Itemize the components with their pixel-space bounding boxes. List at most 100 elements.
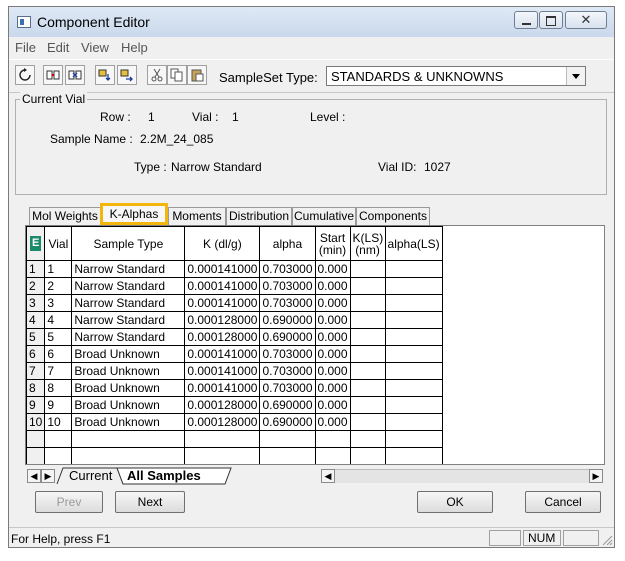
table-cell[interactable]: [26, 430, 46, 448]
table-cell[interactable]: Broad Unknown: [71, 396, 186, 414]
table-cell[interactable]: 0.000128000: [184, 413, 261, 431]
table-cell[interactable]: 7: [44, 362, 73, 380]
table-cell[interactable]: [314, 430, 351, 448]
table-cell[interactable]: [384, 294, 443, 312]
k-alphas-grid[interactable]: E Vial Sample Type K (dl/g) alpha Start …: [25, 225, 605, 465]
table-cell[interactable]: 0.000128000: [184, 328, 261, 346]
row-header[interactable]: 3: [26, 294, 46, 312]
table-cell[interactable]: [384, 413, 443, 431]
table-cell[interactable]: 8: [44, 379, 73, 397]
table-cell[interactable]: 0.703000: [259, 260, 316, 278]
prev-button[interactable]: Prev: [35, 491, 103, 513]
next-button[interactable]: Next: [115, 491, 185, 513]
table-cell[interactable]: 6: [44, 345, 73, 363]
table-cell[interactable]: Narrow Standard: [71, 294, 186, 312]
table-cell[interactable]: Broad Unknown: [71, 379, 186, 397]
table-cell[interactable]: [44, 447, 73, 464]
col-header-alpha[interactable]: alpha: [259, 226, 316, 261]
table-cell[interactable]: 0.000: [314, 345, 351, 363]
table-cell[interactable]: 0.703000: [259, 362, 316, 380]
horizontal-scroll-track[interactable]: [335, 469, 589, 483]
table-cell[interactable]: [349, 379, 386, 397]
paste-button[interactable]: [187, 65, 207, 85]
table-cell[interactable]: [384, 447, 443, 464]
table-cell[interactable]: [384, 277, 443, 295]
table-cell[interactable]: Narrow Standard: [71, 328, 186, 346]
table-cell[interactable]: [26, 447, 46, 464]
table-cell[interactable]: 1: [44, 260, 73, 278]
table-cell[interactable]: Broad Unknown: [71, 345, 186, 363]
table-cell[interactable]: 0.703000: [259, 277, 316, 295]
table-cell[interactable]: 3: [44, 294, 73, 312]
table-cell[interactable]: Narrow Standard: [71, 260, 186, 278]
table-cell[interactable]: 0.000141000: [184, 277, 261, 295]
table-cell[interactable]: 0.000141000: [184, 260, 261, 278]
table-cell[interactable]: 0.000: [314, 311, 351, 329]
close-button[interactable]: ✕: [565, 11, 607, 29]
table-cell[interactable]: [349, 447, 386, 464]
tab-cumulative[interactable]: Cumulative: [292, 207, 356, 225]
col-header-vial[interactable]: Vial: [44, 226, 73, 261]
menu-help[interactable]: Help: [121, 40, 148, 55]
delete-row-button[interactable]: [65, 65, 85, 85]
refresh-button[interactable]: [15, 65, 35, 85]
row-header[interactable]: 5: [26, 328, 46, 346]
table-cell[interactable]: 0.000141000: [184, 294, 261, 312]
table-cell[interactable]: [349, 362, 386, 380]
tab-components[interactable]: Components: [356, 207, 430, 225]
copy-button[interactable]: [167, 65, 187, 85]
table-cell[interactable]: [384, 379, 443, 397]
table-cell[interactable]: 10: [44, 413, 73, 431]
resize-grip-icon[interactable]: [601, 534, 613, 546]
table-cell[interactable]: Broad Unknown: [71, 413, 186, 431]
chevron-down-icon[interactable]: [566, 67, 585, 85]
horizontal-scroll-right-button[interactable]: ▶: [589, 469, 603, 483]
maximize-button[interactable]: [539, 11, 563, 29]
row-header[interactable]: 10: [26, 413, 46, 431]
table-cell[interactable]: [184, 430, 261, 448]
sheet-scroll-left-button[interactable]: ◀: [27, 469, 41, 483]
sheet-scroll-right-button[interactable]: ▶: [41, 469, 55, 483]
table-cell[interactable]: Narrow Standard: [71, 311, 186, 329]
table-cell[interactable]: [349, 396, 386, 414]
table-cell[interactable]: 0.000: [314, 328, 351, 346]
table-cell[interactable]: 5: [44, 328, 73, 346]
table-cell[interactable]: [71, 447, 186, 464]
tab-mol-weights[interactable]: Mol Weights: [29, 207, 101, 225]
table-cell[interactable]: 0.703000: [259, 345, 316, 363]
row-header[interactable]: 4: [26, 311, 46, 329]
table-cell[interactable]: Broad Unknown: [71, 362, 186, 380]
table-cell[interactable]: [349, 430, 386, 448]
row-header[interactable]: 9: [26, 396, 46, 414]
cut-button[interactable]: [147, 65, 167, 85]
sheet-tab-all-samples[interactable]: All Samples: [127, 468, 201, 484]
table-cell[interactable]: 0.690000: [259, 413, 316, 431]
horizontal-scroll-left-button[interactable]: ◀: [321, 469, 335, 483]
table-cell[interactable]: [184, 447, 261, 464]
table-cell[interactable]: [384, 311, 443, 329]
menu-view[interactable]: View: [81, 40, 109, 55]
menu-file[interactable]: File: [15, 40, 36, 55]
table-cell[interactable]: [349, 311, 386, 329]
col-header-k[interactable]: K (dl/g): [184, 226, 261, 261]
row-header[interactable]: 7: [26, 362, 46, 380]
table-cell[interactable]: [349, 294, 386, 312]
tab-k-alphas[interactable]: K-Alphas: [100, 203, 168, 225]
table-cell[interactable]: 0.690000: [259, 328, 316, 346]
fill-right-button[interactable]: [117, 65, 137, 85]
tab-distribution[interactable]: Distribution: [226, 207, 292, 225]
sample-set-type-dropdown[interactable]: STANDARDS & UNKNOWNS: [326, 66, 586, 86]
col-header-k-ls[interactable]: K(LS) (nm): [349, 226, 386, 261]
table-cell[interactable]: [384, 396, 443, 414]
table-cell[interactable]: [314, 447, 351, 464]
menu-edit[interactable]: Edit: [47, 40, 69, 55]
cancel-button[interactable]: Cancel: [525, 491, 601, 513]
title-bar[interactable]: Component Editor ✕: [9, 7, 614, 37]
table-cell[interactable]: [349, 277, 386, 295]
minimize-button[interactable]: [514, 11, 538, 29]
table-cell[interactable]: Narrow Standard: [71, 277, 186, 295]
table-cell[interactable]: 2: [44, 277, 73, 295]
table-cell[interactable]: 0.703000: [259, 294, 316, 312]
table-cell[interactable]: 0.000141000: [184, 345, 261, 363]
row-header[interactable]: 8: [26, 379, 46, 397]
